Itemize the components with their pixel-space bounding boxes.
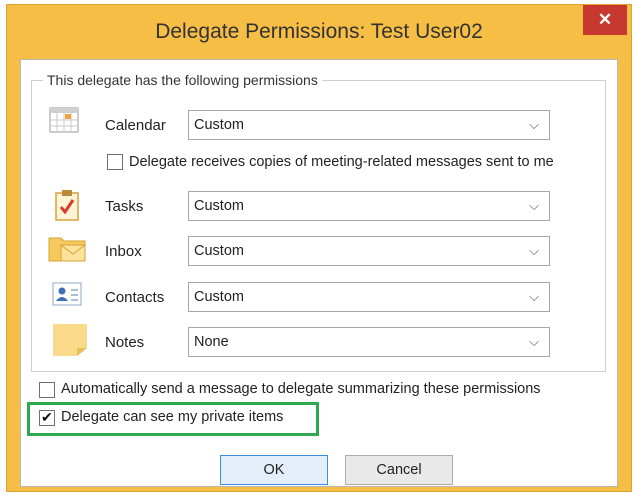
notes-label: Notes <box>105 334 145 351</box>
cancel-button[interactable]: Cancel <box>345 455 453 485</box>
chevron-down-icon: ⌵ <box>529 117 539 132</box>
calendar-permission-value: Custom <box>194 117 244 133</box>
auto-send-label: Automatically send a message to delegate… <box>61 381 541 397</box>
tasks-permission-value: Custom <box>194 198 244 214</box>
close-button[interactable]: ✕ <box>583 5 627 35</box>
chevron-down-icon: ⌵ <box>529 198 539 213</box>
tasks-permission-select[interactable]: Custom ⌵ <box>188 191 550 221</box>
chevron-down-icon: ⌵ <box>529 334 539 349</box>
calendar-label: Calendar <box>105 117 166 134</box>
private-items-checkbox[interactable]: ✔ <box>39 409 55 426</box>
inbox-permission-select[interactable]: Custom ⌵ <box>188 236 550 266</box>
chevron-down-icon: ⌵ <box>529 243 539 258</box>
tasks-label: Tasks <box>105 198 144 215</box>
notes-icon <box>53 324 87 356</box>
contacts-permission-select[interactable]: Custom ⌵ <box>188 282 550 312</box>
inbox-label: Inbox <box>105 243 142 260</box>
notes-permission-value: None <box>194 334 229 350</box>
dialog-title: Delegate Permissions: Test User02 <box>155 20 483 43</box>
ok-button[interactable]: OK <box>220 455 328 485</box>
calendar-icon <box>49 107 79 133</box>
inbox-permission-value: Custom <box>194 243 244 259</box>
contacts-permission-value: Custom <box>194 289 244 305</box>
dialog-window: Delegate Permissions: Test User02 ✕ This… <box>6 4 632 492</box>
check-mark-icon: ✔ <box>41 409 53 425</box>
calendar-copies-checkbox[interactable] <box>107 154 123 170</box>
contacts-icon <box>52 282 82 306</box>
inbox-icon <box>48 237 86 262</box>
contacts-label: Contacts <box>105 289 165 306</box>
auto-send-checkbox[interactable] <box>39 382 55 398</box>
chevron-down-icon: ⌵ <box>529 289 539 304</box>
calendar-copies-label: Delegate receives copies of meeting-rela… <box>129 154 554 170</box>
permissions-group-label: This delegate has the following permissi… <box>43 72 322 88</box>
private-items-label: Delegate can see my private items <box>61 409 284 425</box>
tasks-icon <box>55 190 79 221</box>
notes-permission-select[interactable]: None ⌵ <box>188 327 550 357</box>
dialog-body: This delegate has the following permissi… <box>20 59 618 487</box>
calendar-permission-select[interactable]: Custom ⌵ <box>188 110 550 140</box>
